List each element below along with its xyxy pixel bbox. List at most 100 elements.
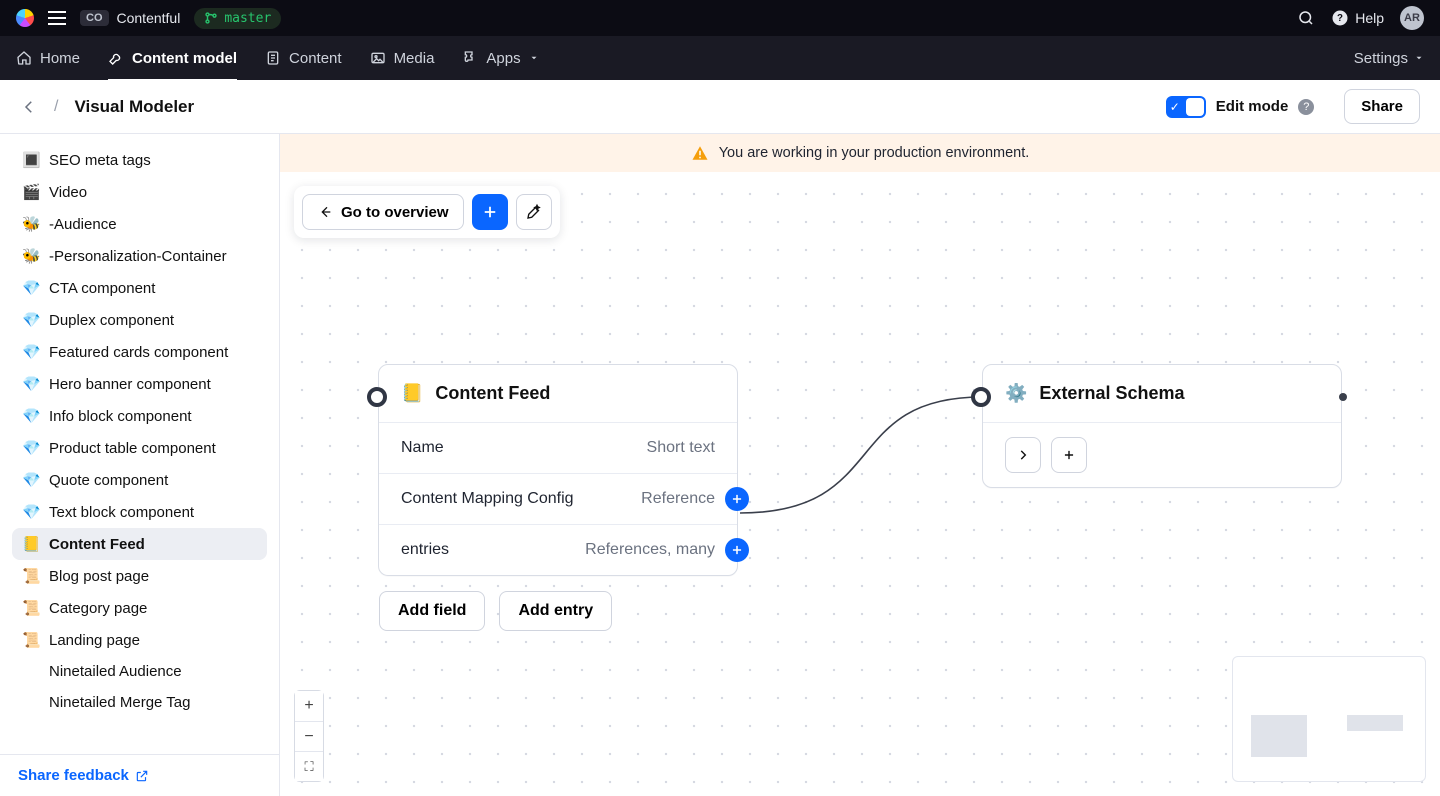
back-button[interactable] (20, 98, 38, 116)
nav-apps[interactable]: Apps (462, 36, 538, 80)
nav-settings[interactable]: Settings (1354, 50, 1424, 67)
node-header[interactable]: 📒 Content Feed (379, 365, 737, 422)
sidebar-item-label: Landing page (49, 632, 140, 649)
sidebar-item[interactable]: 📜Landing page (12, 624, 267, 656)
node-handle[interactable] (367, 387, 387, 407)
nav-label: Content (289, 50, 342, 67)
edit-mode-toggle[interactable]: ✓ (1166, 96, 1206, 118)
node-field-row[interactable]: NameShort text (379, 422, 737, 473)
nav-label: Content model (132, 50, 237, 67)
sidebar-item[interactable]: 💎Text block component (12, 496, 267, 528)
sidebar-item[interactable]: 💎Duplex component (12, 304, 267, 336)
field-reference-port[interactable] (725, 538, 749, 562)
sidebar-item-emoji-icon: 💎 (22, 503, 40, 521)
canvas-area: You are working in your production envir… (280, 134, 1440, 796)
node-emoji-icon: ⚙️ (1005, 383, 1027, 404)
sidebar: 🔳SEO meta tags🎬Video🐝-Audience🐝-Personal… (0, 134, 280, 796)
sidebar-item[interactable]: 💎Info block component (12, 400, 267, 432)
help-label: Help (1355, 10, 1384, 26)
contentful-logo-icon[interactable] (16, 9, 34, 27)
image-icon (370, 50, 386, 66)
banner-text: You are working in your production envir… (719, 145, 1030, 161)
chevron-right-icon (1016, 448, 1030, 462)
nav-content[interactable]: Content (265, 36, 342, 80)
add-field-button[interactable]: Add field (379, 591, 485, 631)
zoom-controls: + − ⛶ (294, 690, 324, 782)
zoom-out-button[interactable]: − (295, 721, 323, 751)
sidebar-item[interactable]: 🐝-Audience (12, 208, 267, 240)
node-expand-actions (983, 422, 1341, 487)
sidebar-item[interactable]: 💎Hero banner component (12, 368, 267, 400)
minimap[interactable] (1232, 656, 1426, 782)
nav-media[interactable]: Media (370, 36, 435, 80)
overview-label: Go to overview (341, 204, 449, 221)
node-field-row[interactable]: entriesReferences, many (379, 524, 737, 575)
org-badge: CO (80, 10, 109, 26)
field-type: Short text (647, 439, 715, 457)
ai-suggest-button[interactable] (516, 194, 552, 230)
search-icon[interactable] (1297, 9, 1315, 27)
sidebar-item[interactable]: 📜Blog post page (12, 560, 267, 592)
sidebar-item[interactable]: 📜Category page (12, 592, 267, 624)
expand-node-button[interactable] (1005, 437, 1041, 473)
field-type: References, many (585, 541, 715, 559)
node-output-port[interactable] (1339, 393, 1347, 401)
share-feedback-link[interactable]: Share feedback (18, 767, 261, 784)
sidebar-item-emoji-icon: 💎 (22, 471, 40, 489)
nav-content-model[interactable]: Content model (108, 38, 237, 82)
sidebar-item-emoji-icon: 📜 (22, 599, 40, 617)
sidebar-item-emoji-icon: 📒 (22, 535, 40, 553)
sidebar-item-label: Quote component (49, 472, 168, 489)
canvas[interactable]: Go to overview 📒 (280, 172, 1440, 796)
field-reference-port[interactable] (725, 487, 749, 511)
sidebar-item[interactable]: 📒Content Feed (12, 528, 267, 560)
sidebar-item[interactable]: 💎Featured cards component (12, 336, 267, 368)
share-button[interactable]: Share (1344, 89, 1420, 124)
edit-mode-group: ✓ Edit mode ? (1166, 96, 1315, 118)
help-tooltip-icon[interactable]: ? (1298, 99, 1314, 115)
node-title: External Schema (1039, 383, 1184, 404)
canvas-toolbar: Go to overview (294, 186, 560, 238)
field-name: Content Mapping Config (401, 490, 641, 508)
sidebar-item[interactable]: Ninetailed Merge Tag (12, 687, 267, 718)
zoom-fit-button[interactable]: ⛶ (295, 751, 323, 781)
sidebar-item[interactable]: Ninetailed Audience (12, 656, 267, 687)
sidebar-item[interactable]: 🔳SEO meta tags (12, 144, 267, 176)
node-content-feed[interactable]: 📒 Content Feed NameShort textContent Map… (378, 364, 738, 576)
nav-label: Media (394, 50, 435, 67)
sidebar-item[interactable]: 🎬Video (12, 176, 267, 208)
chevron-down-icon (529, 53, 539, 63)
add-entry-button[interactable]: Add entry (499, 591, 612, 631)
sidebar-item-emoji-icon: 💎 (22, 279, 40, 297)
sidebar-item-emoji-icon: 🎬 (22, 183, 40, 201)
environment-pill[interactable]: master (194, 8, 281, 29)
node-handle[interactable] (971, 387, 991, 407)
node-field-row[interactable]: Content Mapping ConfigReference (379, 473, 737, 524)
breadcrumb-separator: / (54, 98, 58, 116)
minimap-node (1251, 715, 1307, 757)
go-to-overview-button[interactable]: Go to overview (302, 194, 464, 230)
sidebar-item[interactable]: 💎CTA component (12, 272, 267, 304)
menu-icon[interactable] (48, 11, 66, 25)
node-emoji-icon: 📒 (401, 383, 423, 404)
zoom-in-button[interactable]: + (295, 691, 323, 721)
nav-home[interactable]: Home (16, 36, 80, 80)
sidebar-item-label: -Personalization-Container (49, 248, 227, 265)
add-to-node-button[interactable] (1051, 437, 1087, 473)
avatar[interactable]: AR (1400, 6, 1424, 30)
chevron-down-icon (1414, 53, 1424, 63)
add-node-button[interactable] (472, 194, 508, 230)
sidebar-item[interactable]: 🐝-Personalization-Container (12, 240, 267, 272)
nav-label: Home (40, 50, 80, 67)
node-external-schema[interactable]: ⚙️ External Schema (982, 364, 1342, 488)
node-header[interactable]: ⚙️ External Schema (983, 365, 1341, 422)
sidebar-item[interactable]: 💎 Quote component (12, 464, 267, 496)
sidebar-item[interactable]: 💎Product table component (12, 432, 267, 464)
org-switcher[interactable]: CO Contentful (80, 10, 180, 26)
sidebar-item-label: Info block component (49, 408, 192, 425)
sidebar-item-label: Ninetailed Audience (49, 663, 182, 680)
sidebar-item-emoji-icon: 💎 (22, 311, 40, 329)
field-name: entries (401, 541, 585, 559)
wrench-icon (108, 50, 124, 66)
help-icon[interactable]: ? Help (1331, 9, 1384, 27)
